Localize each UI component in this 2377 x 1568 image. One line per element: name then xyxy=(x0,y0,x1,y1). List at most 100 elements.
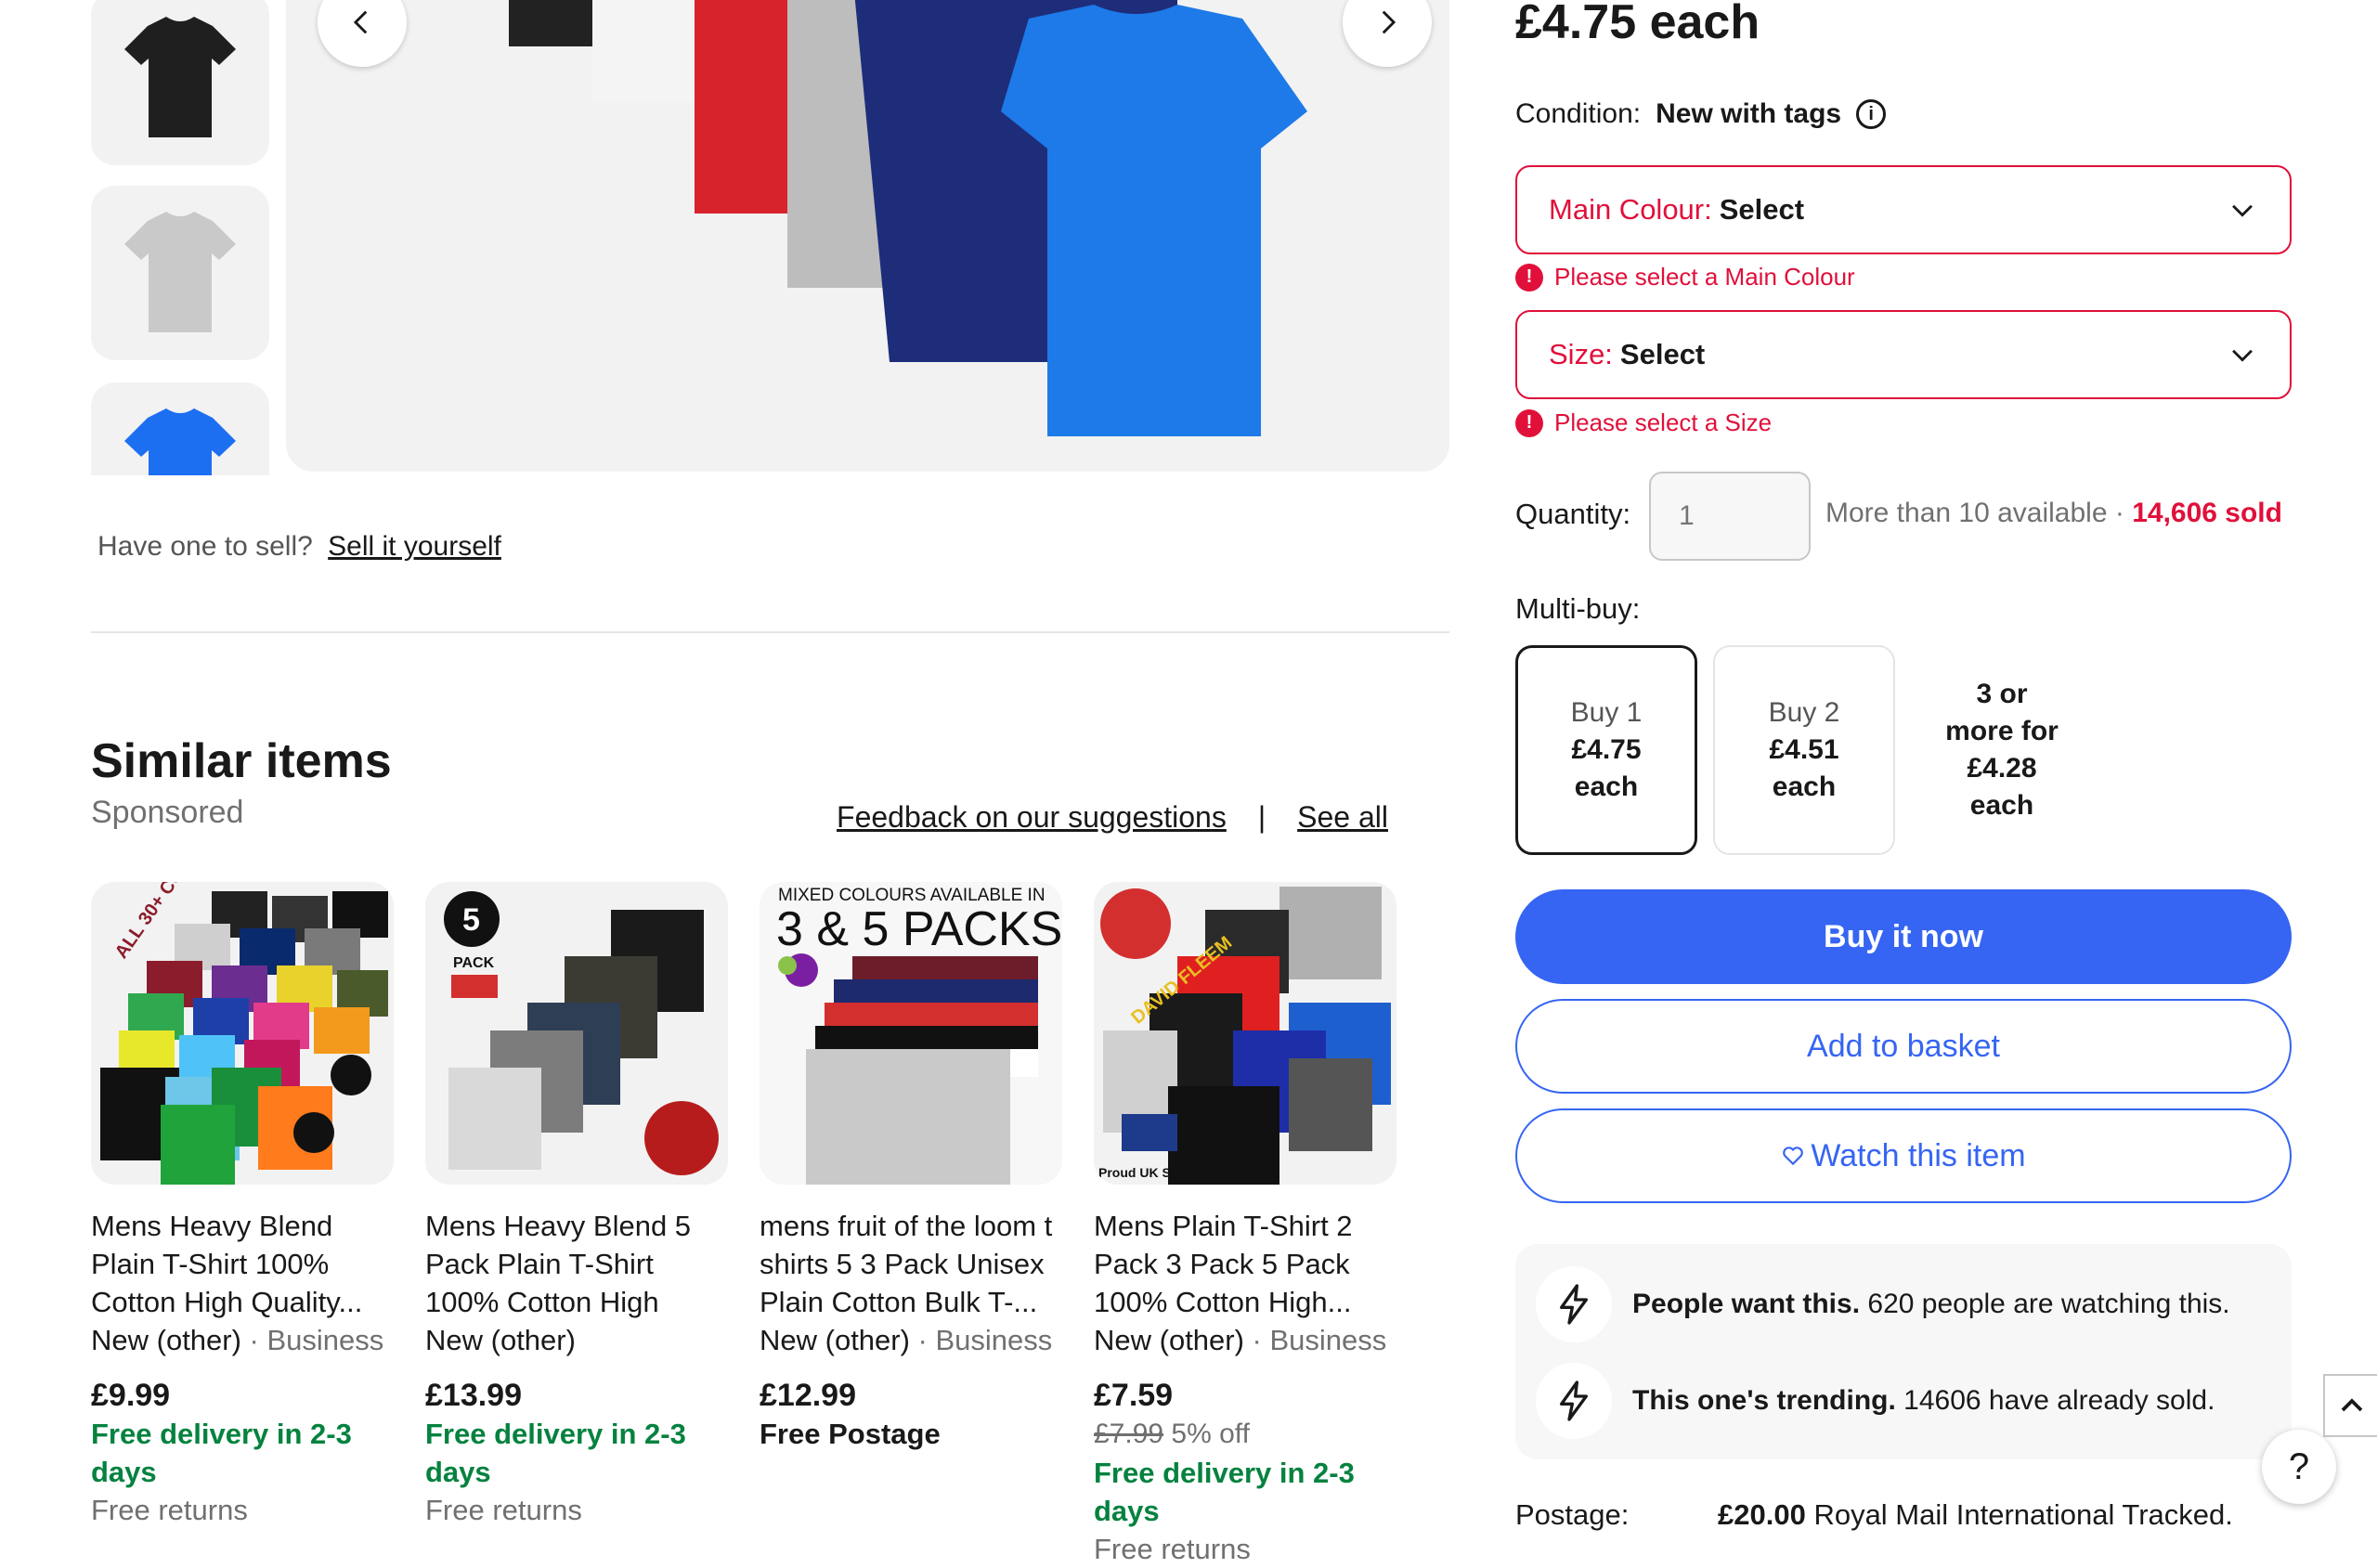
returns-info: Free returns xyxy=(425,1494,582,1526)
main-colour-select[interactable]: Main Colour: Select xyxy=(1515,165,2292,254)
buy-it-now-button[interactable]: Buy it now xyxy=(1515,889,2292,984)
add-to-basket-button[interactable]: Add to basket xyxy=(1515,999,2292,1094)
item-image[interactable]: DAVID FLEEM Proud UK Stocks xyxy=(1094,882,1396,1185)
multibuy-quantity: Buy 1 xyxy=(1570,697,1643,728)
scroll-to-top-button[interactable] xyxy=(2323,1374,2377,1437)
postage-service: Royal Mail International Tracked. xyxy=(1805,1498,2233,1531)
postage-label: Postage: xyxy=(1515,1498,1630,1531)
stock-note-text: Proud UK Stocks xyxy=(1098,1165,1205,1180)
item-price-main: £4.75 each xyxy=(1515,0,1760,49)
stacked-tshirts-image xyxy=(509,0,1307,436)
main-colour-error: ! Please select a Main Colour xyxy=(1515,263,1855,292)
five-pack-tshirts-image: 5 PACK xyxy=(425,882,728,1185)
similar-items-links: Feedback on our suggestions | See all xyxy=(837,800,1388,835)
demand-signals: People want this. 620 people are watchin… xyxy=(1515,1244,2292,1459)
lightning-icon xyxy=(1536,1363,1612,1439)
similar-item-card[interactable]: ALL 30+ COLOURS Mens Heavy Blend Plain T… xyxy=(91,882,394,1529)
original-price: £7.99 5% off xyxy=(1094,1415,1396,1454)
item-title[interactable]: mens fruit of the loom t shirts 5 3 Pack… xyxy=(760,1207,1062,1321)
similar-item-card[interactable]: 5 PACK Mens Heavy Blend 5 Pack Plain T-S… xyxy=(425,882,728,1529)
item-title[interactable]: Mens Plain T-Shirt 2 Pack 3 Pack 5 Pack … xyxy=(1094,1207,1396,1321)
shirt-thumbnail-image xyxy=(124,212,236,332)
signal-text: 620 people are watching this. xyxy=(1860,1289,2230,1319)
sold-count: 14,606 sold xyxy=(2132,498,2282,528)
main-product-image[interactable] xyxy=(286,0,1449,472)
multibuy-price: £4.28 xyxy=(1967,753,2037,784)
badge-text: PACK xyxy=(453,955,495,971)
size-value: Select xyxy=(1619,338,1706,370)
fruit-loom-packs-image: MIXED COLOURS AVAILABLE IN 3 & 5 PACKS xyxy=(760,882,1062,1185)
delivery-info: Free delivery in 2-3 days xyxy=(91,1418,352,1488)
sponsored-label: Sponsored xyxy=(91,795,244,830)
main-colour-value: Select xyxy=(1719,193,1805,226)
postage-value: £20.00 Royal Mail International Tracked. xyxy=(1718,1498,2233,1532)
similar-item-card[interactable]: MIXED COLOURS AVAILABLE IN 3 & 5 PACKS m… xyxy=(760,882,1062,1453)
item-title[interactable]: Mens Heavy Blend Plain T-Shirt 100% Cott… xyxy=(91,1207,394,1321)
chevron-down-icon xyxy=(2232,349,2253,362)
condition-text: New (other) xyxy=(760,1324,910,1356)
heart-icon xyxy=(1783,1147,1804,1166)
item-price: £7.59 xyxy=(1094,1378,1174,1413)
section-divider xyxy=(91,631,1449,633)
quantity-input[interactable] xyxy=(1649,472,1811,561)
multibuy-quantity: Buy 2 xyxy=(1768,697,1840,728)
quantity-label: Quantity: xyxy=(1515,498,1631,530)
item-condition: New (other) · Business xyxy=(1094,1321,1396,1359)
postage-info: Free Postage xyxy=(760,1418,941,1450)
multibuy-option-1[interactable]: Buy 1 £4.75 each xyxy=(1515,645,1697,855)
sell-it-yourself-link[interactable]: Sell it yourself xyxy=(328,531,501,562)
size-label: Size: xyxy=(1549,338,1613,370)
item-condition: New (other) xyxy=(425,1321,728,1359)
shirt-thumbnail-image xyxy=(124,17,236,137)
multibuy-each: each xyxy=(1969,790,2034,821)
item-price: £12.99 xyxy=(760,1378,856,1413)
returns-info: Free returns xyxy=(91,1494,248,1526)
postage-price: £20.00 xyxy=(1718,1498,1806,1531)
multibuy-each: each xyxy=(1772,771,1837,802)
see-all-link[interactable]: See all xyxy=(1297,800,1388,835)
help-button[interactable]: ? xyxy=(2262,1430,2336,1504)
badge-number: 5 xyxy=(462,902,480,938)
signal-row: This one's trending. 14606 have already … xyxy=(1536,1363,2215,1439)
multibuy-label: Multi-buy: xyxy=(1515,592,1641,625)
item-image[interactable]: 5 PACK xyxy=(425,882,728,1185)
separator-dot: · xyxy=(2107,498,2133,528)
thumbnail-blue-shirt[interactable] xyxy=(91,382,269,475)
condition-value: New with tags xyxy=(1656,98,1842,129)
multibuy-price: £4.75 xyxy=(1571,734,1642,765)
feedback-suggestions-link[interactable]: Feedback on our suggestions xyxy=(837,800,1227,835)
item-condition: New (other) · Business xyxy=(760,1321,1062,1359)
link-separator: | xyxy=(1257,800,1266,834)
sell-prompt: Have one to sell? Sell it yourself xyxy=(97,531,501,563)
info-icon[interactable]: i xyxy=(1856,99,1887,129)
size-select[interactable]: Size: Select xyxy=(1515,310,2292,399)
multicolour-tshirts-image: ALL 30+ COLOURS xyxy=(91,882,394,1185)
banner-big-text: 3 & 5 PACKS xyxy=(776,902,1062,956)
seller-type: · Business xyxy=(1243,1324,1387,1356)
available-count: More than 10 available xyxy=(1825,498,2108,528)
item-title[interactable]: Mens Heavy Blend 5 Pack Plain T-Shirt 10… xyxy=(425,1207,728,1321)
discount-text: 5% off xyxy=(1163,1419,1250,1449)
thumbnail-black-shirt[interactable] xyxy=(91,0,269,165)
item-condition: New (other) · Business xyxy=(91,1321,394,1359)
returns-info: Free returns xyxy=(1094,1533,1251,1565)
multibuy-option-2[interactable]: Buy 2 £4.51 each xyxy=(1713,645,1895,855)
condition-row: Condition: New with tags i xyxy=(1515,98,1887,130)
watch-item-label: Watch this item xyxy=(1811,1137,2026,1173)
multibuy-option-3[interactable]: 3 or more for £4.28 each xyxy=(1911,645,2093,855)
watch-item-button[interactable]: Watch this item xyxy=(1515,1108,2292,1203)
chevron-left-icon xyxy=(353,10,368,34)
availability-text: More than 10 available · 14,606 sold xyxy=(1825,498,2282,529)
lightning-icon xyxy=(1536,1266,1612,1342)
shirt-thumbnail-image xyxy=(124,408,236,475)
thumbnail-grey-shirt[interactable] xyxy=(91,186,269,360)
multibuy-price: £4.51 xyxy=(1769,734,1839,765)
item-image[interactable]: MIXED COLOURS AVAILABLE IN 3 & 5 PACKS xyxy=(760,882,1062,1185)
similar-item-card[interactable]: DAVID FLEEM Proud UK Stocks Mens Plain T… xyxy=(1094,882,1396,1568)
david-fleem-tshirts-image: DAVID FLEEM Proud UK Stocks xyxy=(1094,882,1396,1185)
size-error: ! Please select a Size xyxy=(1515,408,1772,437)
main-colour-label: Main Colour: xyxy=(1549,193,1712,226)
item-image[interactable]: ALL 30+ COLOURS xyxy=(91,882,394,1185)
multibuy-quantity: 3 or xyxy=(1976,679,2028,709)
error-text: Please select a Main Colour xyxy=(1554,263,1855,291)
